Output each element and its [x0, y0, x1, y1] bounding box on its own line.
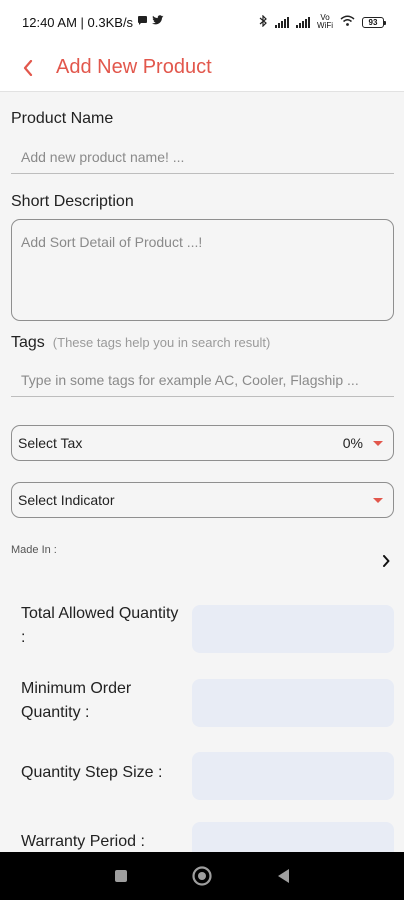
recent-apps-button[interactable]	[101, 856, 141, 896]
vowifi-label: Vo WiFi	[317, 13, 333, 30]
select-indicator-dropdown[interactable]: Select Indicator	[11, 482, 394, 518]
quantity-step-size-input[interactable]	[192, 752, 394, 800]
select-tax-dropdown[interactable]: Select Tax 0%	[11, 425, 394, 461]
made-in-label: Made In :	[11, 544, 57, 556]
select-tax-value-group: 0%	[343, 435, 383, 451]
caret-down-icon	[373, 497, 383, 503]
chat-bubble-icon	[137, 15, 148, 29]
minimum-order-quantity-input[interactable]	[192, 679, 394, 727]
wifi-icon	[340, 15, 355, 29]
select-tax-value: 0%	[342, 435, 363, 451]
battery-level: 93	[368, 17, 378, 27]
product-form: Product Name Short Description Tags (The…	[0, 92, 404, 852]
status-left: 12:40 AM | 0.3KB/s	[22, 15, 164, 30]
signal-strength-2-icon	[296, 16, 310, 28]
battery-icon: 93	[362, 16, 386, 28]
warranty-period-label: Warranty Period :	[21, 833, 145, 850]
warranty-period-input[interactable]	[192, 822, 394, 852]
product-name-label: Product Name	[11, 110, 114, 127]
quantity-step-size-label: Quantity Step Size :	[21, 764, 163, 781]
total-allowed-quantity-label: Total Allowed Quantity :	[21, 605, 179, 646]
square-icon	[114, 870, 127, 882]
chevron-right-icon	[382, 554, 390, 572]
back-button[interactable]	[0, 59, 56, 76]
signal-strength-icon	[275, 16, 289, 28]
tags-input[interactable]	[11, 363, 394, 397]
back-nav-button[interactable]	[263, 856, 303, 896]
circle-icon	[192, 866, 212, 886]
system-nav-bar	[0, 852, 404, 900]
bluetooth-icon	[259, 14, 268, 30]
caret-down-icon	[373, 440, 383, 446]
status-right: Vo WiFi 93	[259, 13, 386, 30]
triangle-icon	[278, 869, 290, 883]
home-button[interactable]	[182, 856, 222, 896]
chevron-left-icon	[23, 59, 33, 76]
app-header: Add New Product	[0, 44, 404, 92]
short-description-input[interactable]	[11, 219, 394, 321]
tags-label: Tags	[11, 334, 45, 351]
total-allowed-quantity-input[interactable]	[192, 605, 394, 653]
made-in-selector[interactable]: Made In :	[11, 544, 394, 584]
twitter-icon	[152, 15, 164, 29]
short-description-label: Short Description	[11, 193, 134, 210]
page-title: Add New Product	[56, 56, 212, 78]
tags-hint: (These tags help you in search result)	[52, 335, 271, 350]
select-tax-label: Select Tax	[18, 435, 83, 451]
status-time: 12:40 AM | 0.3KB/s	[22, 14, 134, 30]
status-bar: 12:40 AM | 0.3KB/s Vo WiFi 93	[0, 0, 404, 44]
select-indicator-label: Select Indicator	[18, 492, 115, 508]
product-name-input[interactable]	[11, 140, 394, 174]
tags-label-row: Tags (These tags help you in search resu…	[11, 334, 270, 352]
minimum-order-quantity-label: Minimum Order Quantity :	[21, 680, 132, 721]
